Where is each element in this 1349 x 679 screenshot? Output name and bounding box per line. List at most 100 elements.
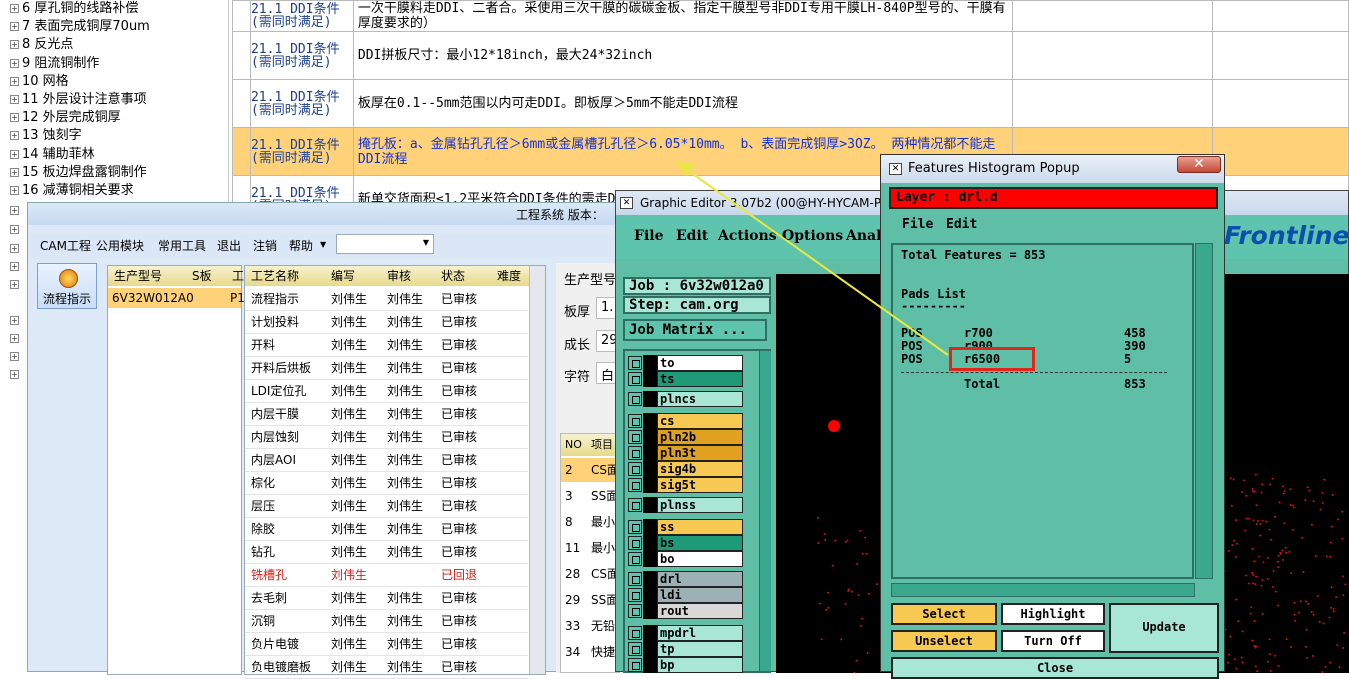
expand-icon[interactable]: + [10,352,19,361]
table-row[interactable]: 沉铜 刘伟生 刘伟生 已审核 [245,610,528,633]
table-row[interactable]: 21.1 DDI条件(需同时满足) 一次干膜料走DDI、二者合。采使用三次干膜的碳… [232,0,1349,32]
layer-checkbox[interactable] [628,520,642,534]
tree-item[interactable]: +16 减薄铜相关要求 [0,182,228,200]
highlight-button[interactable]: Highlight [1001,603,1105,625]
menu-public-modules[interactable]: 公用模块 [96,237,144,254]
layer-row[interactable]: sig5t [626,477,746,493]
column-header[interactable]: S板 [192,266,212,286]
expand-icon[interactable]: + [10,370,19,379]
expand-icon[interactable]: + [10,167,19,177]
column-header[interactable]: 项目 [591,434,613,456]
expand-icon[interactable]: + [10,244,19,253]
tree-item[interactable]: +8 反光点 [0,36,228,54]
vertical-scrollbar[interactable] [1195,243,1213,579]
layer-row[interactable]: sig4b [626,461,746,477]
layer-row[interactable]: rout [626,603,746,619]
table-row[interactable]: 内层蚀刻 刘伟生 刘伟生 已审核 [245,426,528,449]
unselect-button[interactable]: Unselect [891,630,997,652]
column-header[interactable]: 状态 [441,266,465,286]
select-button[interactable]: Select [891,603,997,625]
expand-icon[interactable]: + [10,185,19,195]
expand-icon[interactable]: + [10,94,19,104]
chevron-down-icon[interactable]: ▼ [423,238,429,247]
table-row[interactable]: 开料后烘板 刘伟生 刘伟生 已审核 [245,357,528,380]
menu-actions[interactable]: Actions [718,228,777,244]
layer-checkbox[interactable] [628,572,642,586]
menu-edit[interactable]: Edit [676,228,708,244]
table-row[interactable]: 负电镀磨板 刘伟生 刘伟生 已审核 [245,656,528,679]
layer-row[interactable]: cs [626,413,746,429]
menu-cam[interactable]: CAM工程 [40,237,91,254]
expand-icon[interactable]: + [10,131,19,141]
table-row[interactable]: 8 最小 [561,510,619,534]
expand-icon[interactable]: + [10,225,19,234]
table-row[interactable]: 34 快捷 [561,640,619,664]
table-row[interactable]: 28 CS面 [561,562,619,586]
table-row[interactable]: 层压 刘伟生 刘伟生 已审核 [245,495,528,518]
layer-row[interactable]: plncs [626,391,746,407]
layer-row[interactable]: to [626,355,746,371]
layer-checkbox[interactable] [628,626,642,640]
layer-checkbox[interactable] [628,478,642,492]
expand-icon[interactable]: + [10,40,19,50]
column-header[interactable]: 难度 [497,266,521,286]
layer-row[interactable]: pln2b [626,429,746,445]
job-matrix-button[interactable]: Job Matrix ... [623,319,767,341]
table-row[interactable]: 流程指示 刘伟生 刘伟生 已审核 [245,288,528,311]
tree-item[interactable]: +13 蚀刻字 [0,127,228,145]
layer-row[interactable]: pln3t [626,445,746,461]
popup-titlebar[interactable]: ✕ Features Histogram Popup [881,155,1224,183]
layer-checkbox[interactable] [628,642,642,656]
tree-item[interactable]: +10 网格 [0,73,228,91]
expand-icon[interactable]: + [10,280,19,289]
layer-row[interactable]: ldi [626,587,746,603]
tree-item[interactable]: +14 辅助菲林 [0,146,228,164]
tree-item[interactable]: +9 阻流铜制作 [0,55,228,73]
flow-guide-button[interactable]: 流程指示 [37,263,97,309]
table-row[interactable]: 21.1 DDI条件(需同时满足) 板厚在0.1--5mm范围以内可走DDI。即板… [232,79,1349,128]
layer-checkbox[interactable] [628,536,642,550]
close-button[interactable]: Close [891,657,1219,679]
column-header[interactable]: 生产型号 [114,266,162,286]
layer-row[interactable]: drl [626,571,746,587]
menu-edit[interactable]: Edit [946,217,977,232]
column-header[interactable]: 工 [232,266,244,286]
table-row[interactable]: LDI定位孔 刘伟生 刘伟生 已审核 [245,380,528,403]
layer-checkbox[interactable] [628,658,642,672]
layer-checkbox[interactable] [628,462,642,476]
menu-logout[interactable]: 注销 [253,237,277,254]
turn-off-button[interactable]: Turn Off [1001,630,1105,652]
layer-row[interactable]: bp [626,657,746,673]
expand-icon[interactable]: + [10,262,19,271]
layer-row[interactable]: bo [626,551,746,567]
tree-item[interactable]: +6 厚孔铜的线路补偿 [0,0,228,18]
table-row[interactable]: 33 无铅 [561,614,619,638]
layer-checkbox[interactable] [628,552,642,566]
tree-item[interactable]: +7 表面完成铜厚70um [0,18,228,36]
table-row[interactable]: 钻孔 刘伟生 刘伟生 已审核 [245,541,528,564]
menu-file[interactable]: File [902,217,933,232]
layer-row[interactable]: plnss [626,497,746,513]
menu-file[interactable]: File [634,228,663,244]
layer-checkbox[interactable] [628,588,642,602]
menu-options[interactable]: Options [782,228,843,244]
table-row[interactable]: 2 CS面 [561,458,619,482]
expand-icon[interactable]: + [10,316,19,325]
layer-checkbox[interactable] [628,498,642,512]
update-button[interactable]: Update [1109,603,1219,653]
expand-icon[interactable]: + [10,334,19,343]
layer-row[interactable]: mpdrl [626,625,746,641]
layer-checkbox[interactable] [628,392,642,406]
table-row[interactable]: 铣槽孔 刘伟生 已回退 [245,564,528,587]
column-header[interactable]: 编写 [331,266,355,286]
expand-icon[interactable]: + [10,149,19,159]
horizontal-scrollbar[interactable] [891,583,1195,597]
table-row[interactable]: 29 SS面 [561,588,619,612]
layer-checkbox[interactable] [628,446,642,460]
menu-help[interactable]: 帮助 [289,237,313,254]
tree-item[interactable]: +12 外层完成铜厚 [0,109,228,127]
layer-row[interactable]: ss [626,519,746,535]
layer-row[interactable]: bs [626,535,746,551]
layer-checkbox[interactable] [628,372,642,386]
close-window-button[interactable]: ✕ [1177,156,1221,173]
